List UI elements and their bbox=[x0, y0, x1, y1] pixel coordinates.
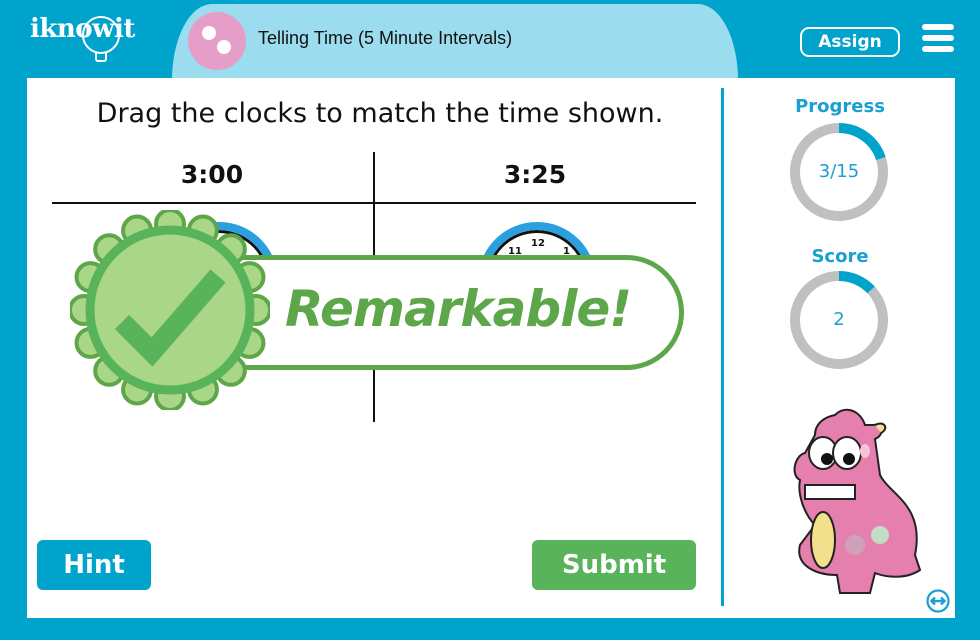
score-ring-fill bbox=[838, 271, 875, 294]
time-label-1: 3:00 bbox=[180, 160, 244, 189]
question-prompt: Drag the clocks to match the time shown. bbox=[96, 98, 664, 129]
app-window: iknowit Telling Time (5 Minute Intervals… bbox=[0, 0, 980, 640]
progress-value: 3/15 bbox=[818, 161, 860, 182]
lightbulb-base-icon bbox=[95, 52, 107, 62]
pink-monster-mascot bbox=[793, 408, 922, 594]
assign-button[interactable]: Assign bbox=[800, 27, 900, 57]
score-value: 2 bbox=[833, 309, 845, 330]
score-label: Score bbox=[811, 246, 869, 267]
progress-label: Progress bbox=[795, 96, 885, 117]
progress-ring-fill bbox=[838, 123, 886, 161]
menu-bar bbox=[922, 46, 954, 52]
lesson-title: Telling Time (5 Minute Intervals) bbox=[258, 28, 513, 48]
clock-number-12: 12 bbox=[531, 238, 545, 249]
icon-dot bbox=[217, 40, 231, 54]
hint-button[interactable]: Hint bbox=[37, 540, 151, 590]
table-header-divider bbox=[52, 202, 696, 204]
menu-bar bbox=[922, 35, 954, 41]
feedback-message: Remarkable! bbox=[285, 280, 632, 338]
lightbulb-icon bbox=[82, 16, 120, 54]
menu-bar bbox=[922, 24, 954, 30]
lesson-subject-icon bbox=[188, 12, 246, 70]
icon-dot bbox=[202, 26, 216, 40]
submit-button[interactable]: Submit bbox=[532, 540, 696, 590]
panel-divider bbox=[721, 88, 724, 606]
double-arrow-icon[interactable] bbox=[926, 589, 950, 613]
hamburger-menu-icon[interactable] bbox=[922, 24, 954, 54]
checkmark-badge-icon bbox=[70, 210, 270, 410]
time-label-2: 3:25 bbox=[503, 160, 567, 189]
